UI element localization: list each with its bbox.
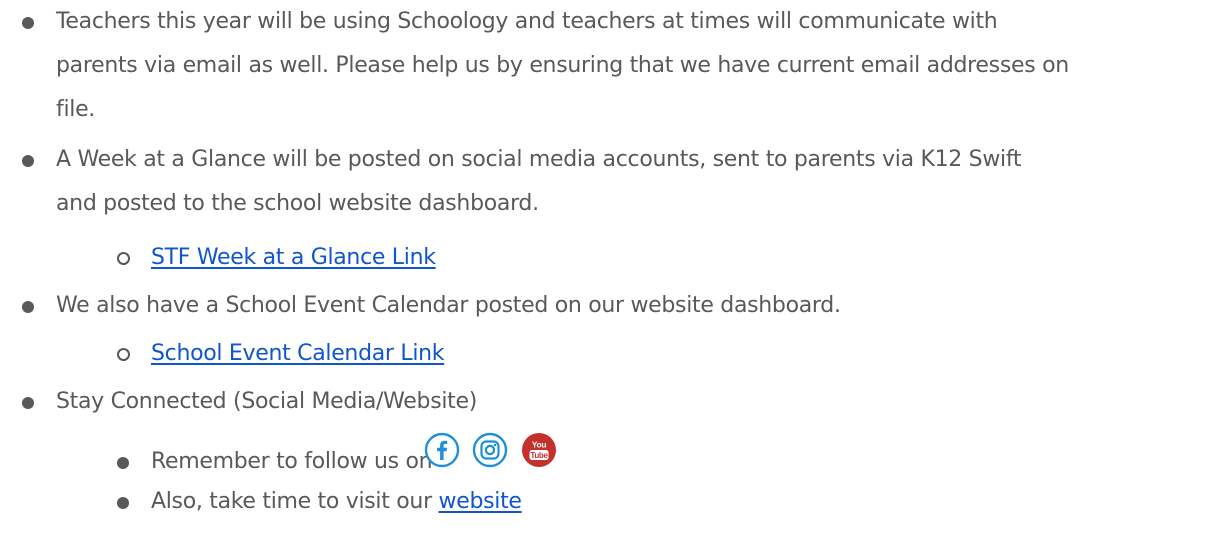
list-item: A Week at a Glance will be posted on soc… [0,140,1207,180]
bullet-disc [22,397,34,409]
bullet-disc [117,497,129,509]
list-item: We also have a School Event Calendar pos… [0,286,1207,326]
list-item: Teachers this year will be using Schoolo… [0,2,1207,42]
school-event-calendar-link[interactable]: School Event Calendar Link [151,334,445,374]
sub-list-item: STF Week at a Glance Link [0,238,1207,278]
bullet-disc [22,155,34,167]
bullet-disc [22,17,34,29]
sub-list-item: Remember to follow us on You Tube [0,432,1207,482]
instagram-icon[interactable] [472,432,508,468]
list-item-text: Teachers this year will be using Schoolo… [56,9,998,34]
list-item-continuation: parents via email as well. Please help u… [0,46,1207,86]
sub-list-item-text: Also, take time to visit our [151,489,439,514]
list-item-continuation: and posted to the school website dashboa… [0,184,1207,224]
list-item-text: and posted to the school website dashboa… [56,191,539,216]
sub-list-item-text-with-link: Also, take time to visit our website [151,482,522,522]
sub-list-item-text: Remember to follow us on [151,449,433,474]
bullet-circle [117,348,130,361]
bullet-disc [117,457,129,469]
bullet-circle [117,252,130,265]
list-item-continuation: file. [0,90,1207,130]
list-item-text: file. [56,97,95,122]
youtube-logo-you: You [532,440,547,450]
bullet-disc [22,301,34,313]
list-item-text: Stay Connected (Social Media/Website) [56,389,478,414]
list-item: Stay Connected (Social Media/Website) [0,382,1207,422]
list-item-text: parents via email as well. Please help u… [56,53,1069,78]
youtube-logo-tube: Tube [530,451,548,460]
list-item-text: We also have a School Event Calendar pos… [56,293,841,318]
social-media-icons: You Tube [420,432,690,472]
list-item-text: A Week at a Glance will be posted on soc… [56,147,1022,172]
stf-week-at-a-glance-link[interactable]: STF Week at a Glance Link [151,238,436,278]
sub-list-item: School Event Calendar Link [0,334,1207,374]
youtube-icon[interactable]: You Tube [521,432,557,468]
website-link[interactable]: website [439,489,522,514]
sub-list-item: Also, take time to visit our website [0,482,1207,522]
facebook-icon[interactable] [424,432,460,468]
